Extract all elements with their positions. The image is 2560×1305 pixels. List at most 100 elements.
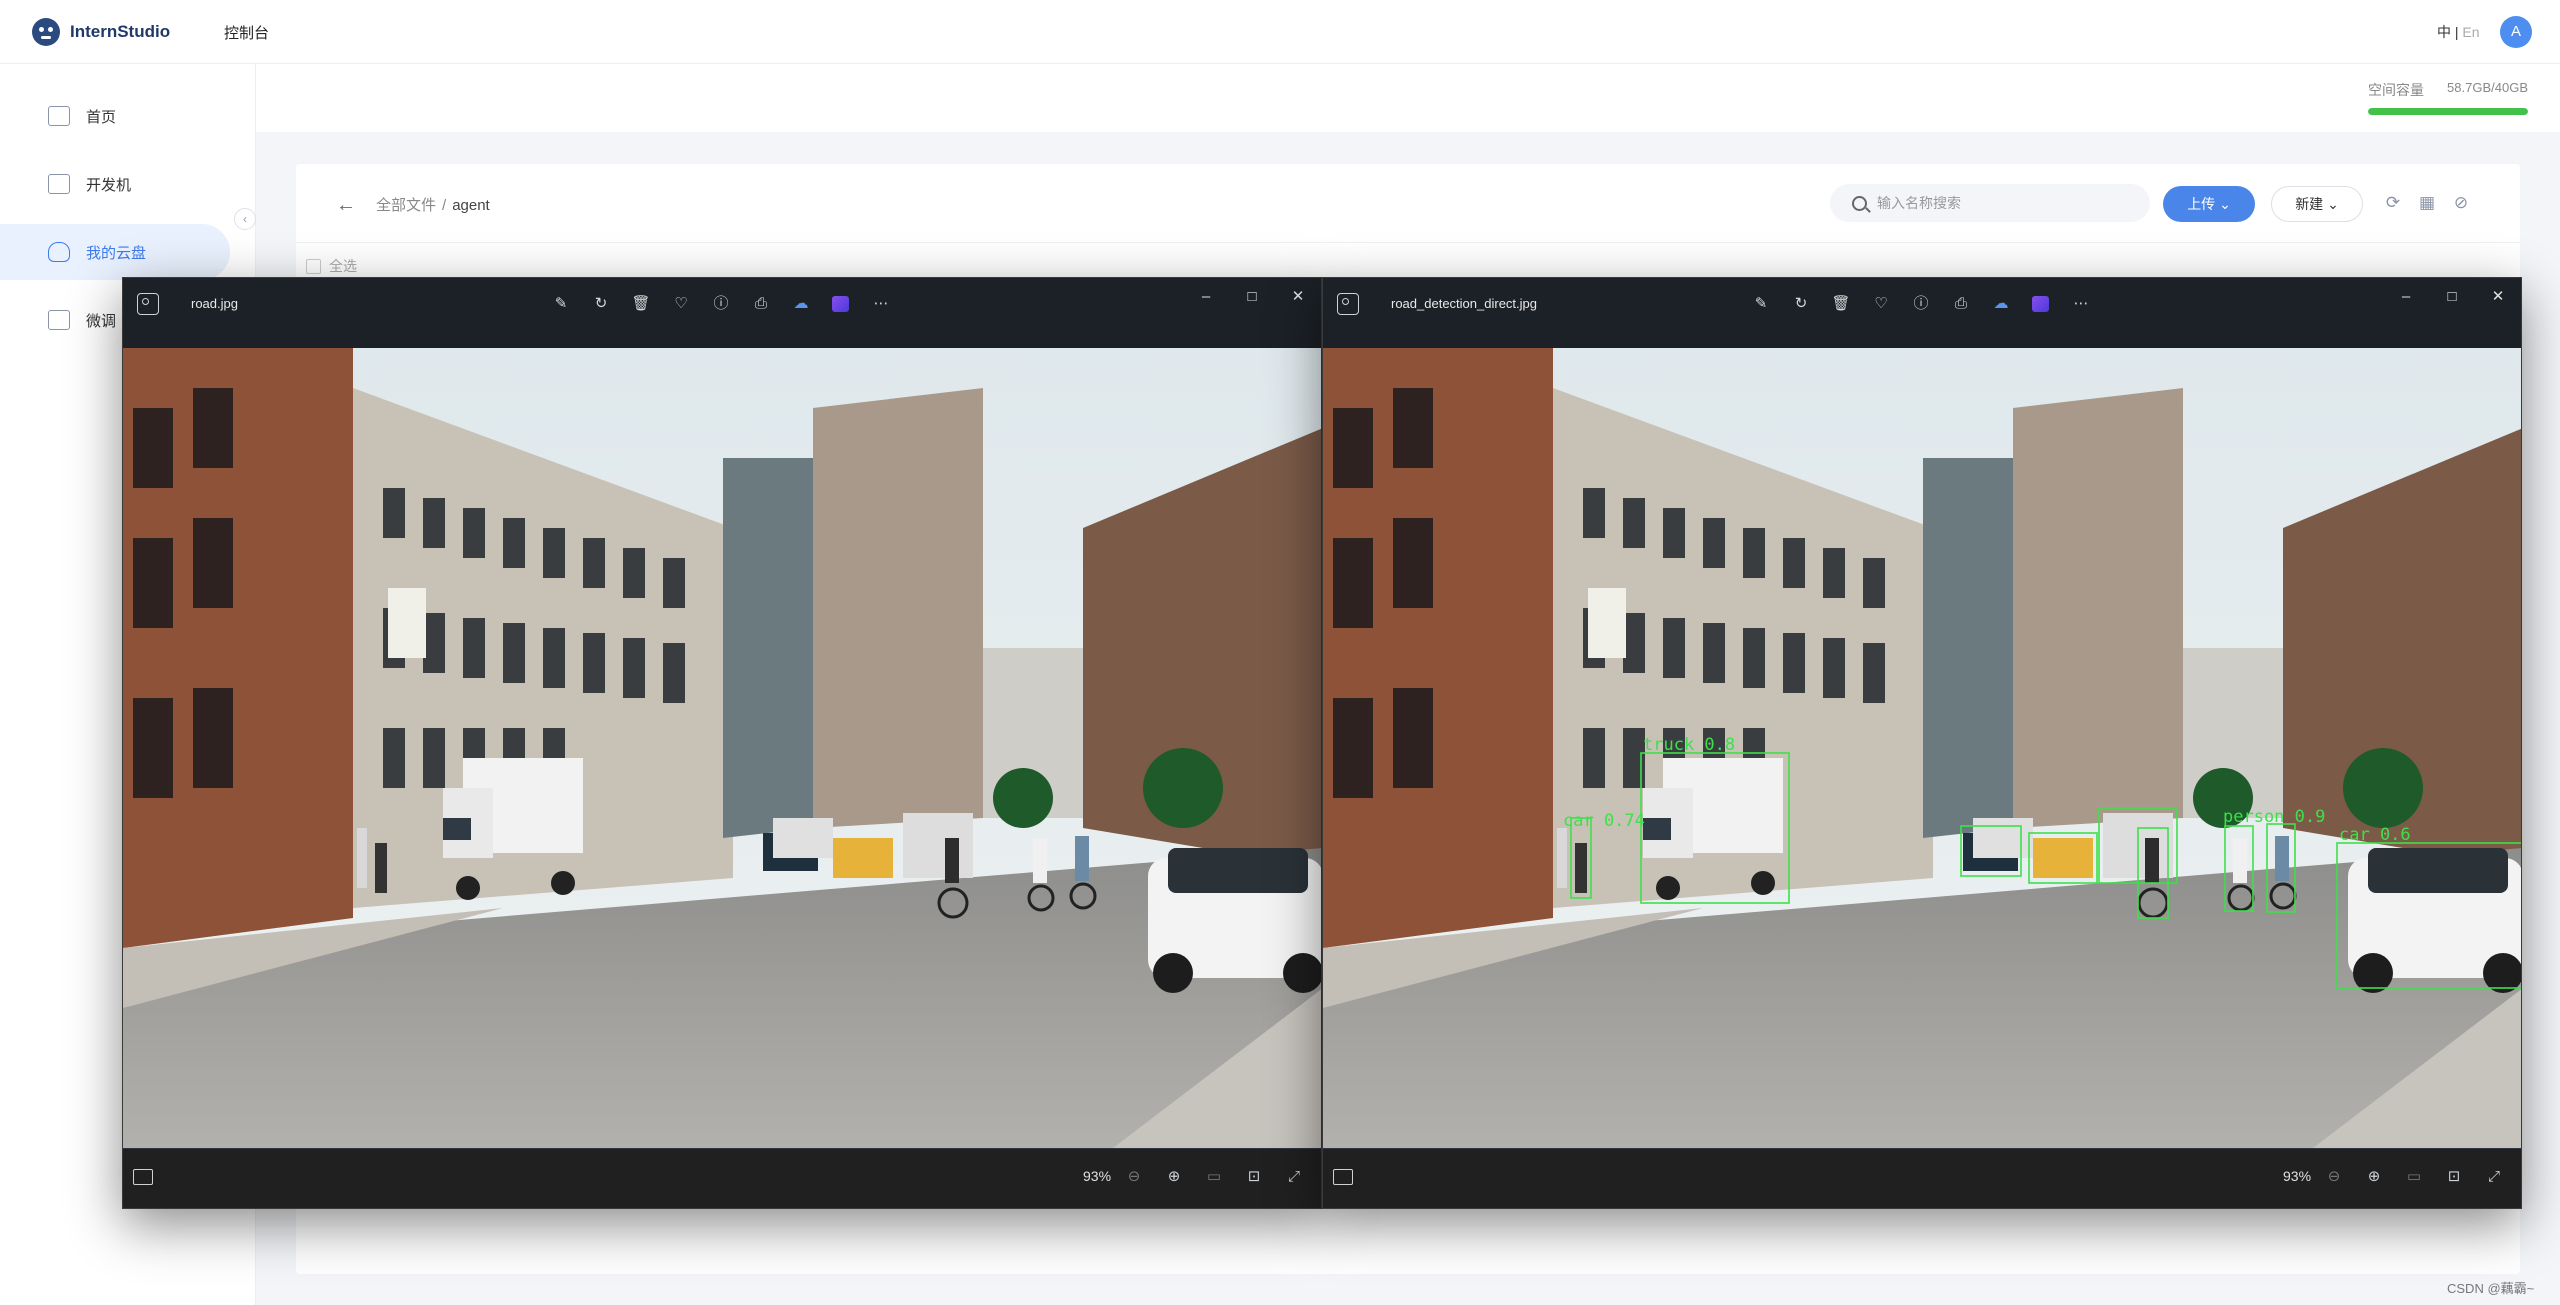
print-icon[interactable]: ⎙ (749, 292, 773, 316)
collapse-sidebar-button[interactable]: ‹ (234, 208, 256, 230)
delete-icon[interactable]: 🗑 (629, 292, 653, 316)
delete-icon[interactable]: 🗑 (1829, 292, 1853, 316)
sidebar-item-devmachine[interactable]: 开发机 (0, 156, 230, 212)
clipchamp-icon[interactable] (2029, 292, 2053, 316)
storage-value: 58.7GB/40GB (2447, 80, 2528, 95)
refresh-icon[interactable]: ⟳ (2384, 194, 2402, 212)
print-icon[interactable]: ⎙ (1949, 292, 1973, 316)
lang-separator: | (2454, 24, 2459, 40)
back-arrow-icon[interactable]: ← (336, 194, 356, 217)
breadcrumb-root[interactable]: 全部文件 (376, 197, 436, 214)
sidebar-item-label: 开发机 (86, 176, 132, 194)
sidebar-item-home[interactable]: 首页 (0, 88, 230, 144)
viewer-toolbar: ✎ ↻ 🗑 ♡ ⓘ ⎙ ☁ ⋯ (1749, 292, 2093, 316)
clipchamp-icon[interactable] (829, 292, 853, 316)
viewer-titlebar: road.jpg ✎ ↻ 🗑 ♡ ⓘ ⎙ ☁ ⋯ – □ ✕ (123, 278, 1321, 348)
rotate-icon[interactable]: ↻ (589, 292, 613, 316)
hide-icon[interactable]: ⊘ (2452, 194, 2470, 212)
zoom-level[interactable]: 93% (2283, 1168, 2311, 1184)
panel-divider (296, 242, 2520, 243)
sidebar-item-label: 首页 (86, 108, 117, 126)
zoom-out-icon[interactable]: ⊖ (1123, 1166, 1145, 1188)
photos-app-icon (137, 293, 159, 315)
watermark: CSDN @藕霸~ (2447, 1281, 2535, 1296)
fullscreen-icon[interactable]: ⤢ (1283, 1166, 1305, 1188)
detection-label: car 0.74 (1563, 811, 1645, 831)
zoom-in-icon[interactable]: ⊕ (2363, 1166, 2385, 1188)
search-icon (1852, 195, 1867, 211)
select-all-checkbox[interactable] (306, 258, 321, 274)
actual-size-icon[interactable]: ⊡ (1243, 1166, 1265, 1188)
top-header: InternStudio 控制台 中 | En A (0, 0, 2560, 64)
home-icon (48, 106, 70, 126)
language-switch[interactable]: 中 | En (2437, 22, 2480, 42)
filmstrip-icon[interactable] (1333, 1169, 1353, 1185)
devmachine-icon (48, 174, 70, 194)
sidebar-item-label: 微调 (86, 312, 117, 330)
info-icon[interactable]: ⓘ (1909, 292, 1933, 316)
cloud-drive-icon (48, 242, 70, 262)
zoom-in-icon[interactable]: ⊕ (1163, 1166, 1185, 1188)
viewer-statusbar: 93% ⊖ ⊕ ▭ ⊡ ⤢ (123, 1148, 1321, 1208)
zoom-out-icon[interactable]: ⊖ (2323, 1166, 2345, 1188)
favorite-icon[interactable]: ♡ (1869, 292, 1893, 316)
street-photo-with-detections: car 0.74 truck 0.8 person 0.9 car 0.6 (1323, 348, 2521, 1148)
photo-viewer-detection: road_detection_direct.jpg ✎ ↻ 🗑 ♡ ⓘ ⎙ ☁ … (1322, 277, 2522, 1209)
info-icon[interactable]: ⓘ (709, 292, 733, 316)
fit-screen-icon[interactable]: ▭ (1203, 1166, 1225, 1188)
avatar[interactable]: A (2500, 16, 2532, 48)
minimize-icon[interactable]: – (2391, 286, 2421, 308)
select-all[interactable]: 全选 (306, 256, 357, 276)
logo[interactable]: InternStudio (32, 18, 170, 46)
zoom-level[interactable]: 93% (1083, 1168, 1111, 1184)
photo-viewer-original: road.jpg ✎ ↻ 🗑 ♡ ⓘ ⎙ ☁ ⋯ – □ ✕ 93% ⊖ ⊕ ▭… (122, 277, 1322, 1209)
filmstrip-icon[interactable] (133, 1169, 153, 1185)
viewer-titlebar: road_detection_direct.jpg ✎ ↻ 🗑 ♡ ⓘ ⎙ ☁ … (1323, 278, 2521, 348)
image-canvas[interactable]: car 0.74 truck 0.8 person 0.9 car 0.6 (1323, 348, 2521, 1148)
viewer-filename: road.jpg (191, 296, 238, 311)
onedrive-icon[interactable]: ☁ (789, 292, 813, 316)
more-options-icon[interactable]: ⋯ (869, 292, 893, 316)
layers-icon (48, 310, 70, 330)
lang-en[interactable]: En (2462, 24, 2479, 40)
sidebar-item-label: 我的云盘 (86, 244, 147, 262)
upload-button[interactable]: 上传 ⌄ (2163, 186, 2255, 222)
fit-screen-icon[interactable]: ▭ (2403, 1166, 2425, 1188)
edit-image-icon[interactable]: ✎ (1749, 292, 1773, 316)
close-icon[interactable]: ✕ (1283, 286, 1313, 308)
breadcrumb-current: agent (452, 197, 490, 214)
favorite-icon[interactable]: ♡ (669, 292, 693, 316)
storage-band (256, 64, 2560, 132)
storage-progress-fill (2368, 108, 2528, 115)
logo-text: InternStudio (70, 22, 171, 41)
maximize-icon[interactable]: □ (2437, 286, 2467, 308)
street-photo (123, 348, 1321, 1148)
viewer-statusbar: 93% ⊖ ⊕ ▭ ⊡ ⤢ (1323, 1148, 2521, 1208)
viewer-filename: road_detection_direct.jpg (1391, 296, 1537, 311)
breadcrumb: 全部文件 / agent (376, 197, 490, 214)
search-box[interactable] (1830, 184, 2150, 222)
sidebar-item-cloud-drive[interactable]: 我的云盘 (0, 224, 230, 280)
maximize-icon[interactable]: □ (1237, 286, 1267, 308)
logo-icon (32, 18, 60, 46)
minimize-icon[interactable]: – (1191, 286, 1221, 308)
storage-progress-bar (2368, 108, 2528, 115)
storage-usage: 空间容量 58.7GB/40GB (2368, 80, 2528, 115)
more-options-icon[interactable]: ⋯ (2069, 292, 2093, 316)
lang-zh[interactable]: 中 (2437, 24, 2451, 40)
console-link[interactable]: 控制台 (224, 22, 269, 43)
viewer-toolbar: ✎ ↻ 🗑 ♡ ⓘ ⎙ ☁ ⋯ (549, 292, 893, 316)
onedrive-icon[interactable]: ☁ (1989, 292, 2013, 316)
close-icon[interactable]: ✕ (2483, 286, 2513, 308)
edit-image-icon[interactable]: ✎ (549, 292, 573, 316)
rotate-icon[interactable]: ↻ (1789, 292, 1813, 316)
storage-label: 空间容量 (2368, 82, 2424, 98)
search-input[interactable] (1877, 195, 2117, 211)
image-canvas[interactable] (123, 348, 1321, 1148)
actual-size-icon[interactable]: ⊡ (2443, 1166, 2465, 1188)
new-button[interactable]: 新建 ⌄ (2271, 186, 2363, 222)
fullscreen-icon[interactable]: ⤢ (2483, 1166, 2505, 1188)
grid-view-icon[interactable]: ▦ (2418, 194, 2436, 212)
detection-label: person 0.9 (2223, 807, 2325, 827)
detection-label: truck 0.8 (1643, 735, 1735, 755)
